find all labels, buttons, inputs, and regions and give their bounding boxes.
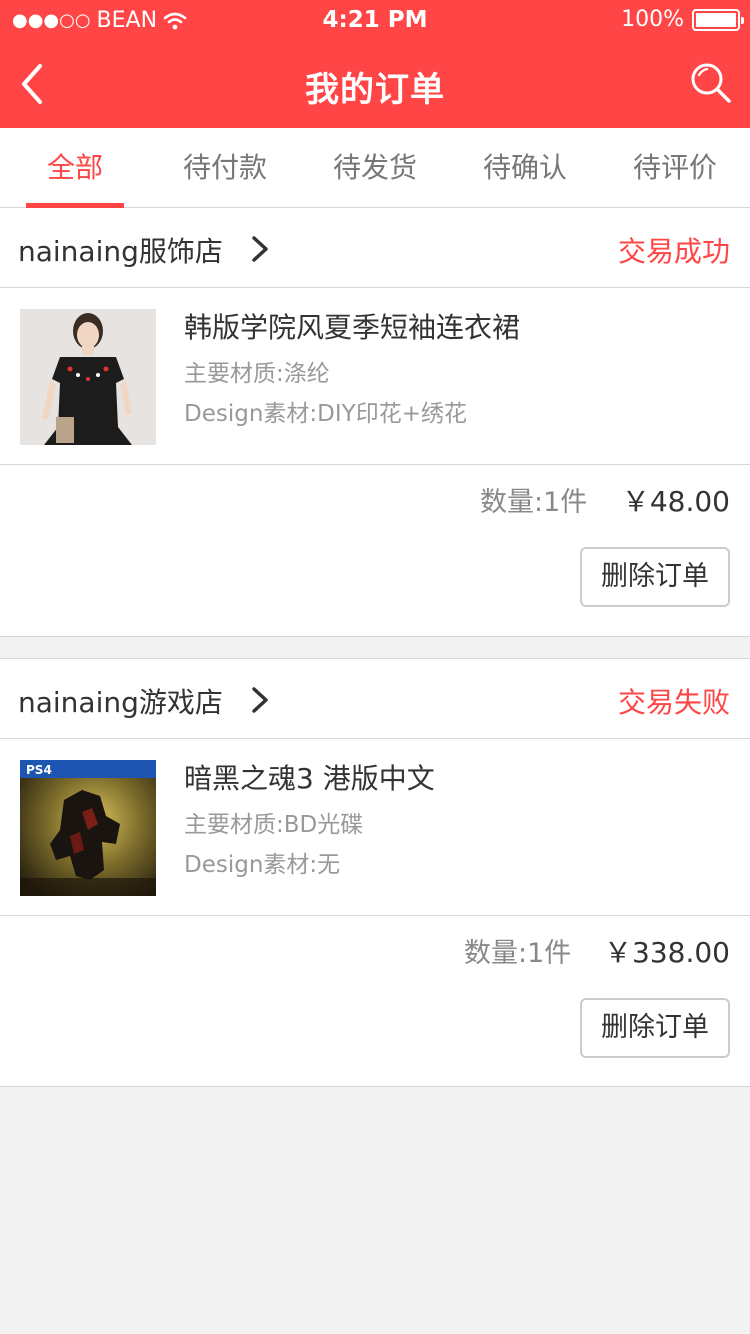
- tab-pending-payment[interactable]: 待付款: [150, 128, 300, 208]
- product-material: 主要材质:涤纶: [184, 361, 330, 387]
- order-card: nainaing游戏店 交易失败 PS4 暗黑之魂3 港版中文 主要材质:BD光…: [0, 658, 750, 1087]
- status-bar-right: 100%: [621, 7, 744, 32]
- tab-pending-confirm[interactable]: 待确认: [450, 128, 600, 208]
- search-button[interactable]: [688, 60, 734, 106]
- page-title: 我的订单: [305, 70, 445, 110]
- tab-pending-shipment[interactable]: 待发货: [300, 128, 450, 208]
- product-material: 主要材质:BD光碟: [184, 812, 364, 838]
- order-status: 交易成功: [617, 235, 730, 268]
- product-image[interactable]: PS4: [20, 760, 156, 896]
- order-status: 交易失败: [617, 686, 730, 719]
- product-item[interactable]: 韩版学院风夏季短袖连衣裙 主要材质:涤纶 Design素材:DIY印花+绣花: [0, 288, 750, 465]
- delete-order-button[interactable]: 删除订单: [580, 547, 730, 607]
- shop-header[interactable]: nainaing游戏店 交易失败: [0, 659, 750, 739]
- product-image[interactable]: [20, 309, 156, 445]
- tab-pending-review[interactable]: 待评价: [600, 128, 750, 208]
- order-card: nainaing服饰店 交易成功 韩版学院风夏季短袖连衣裙 主要材质:涤纶 De…: [0, 208, 750, 637]
- battery-icon: [692, 8, 744, 31]
- shop-name[interactable]: nainaing游戏店: [18, 681, 223, 721]
- shop-name[interactable]: nainaing服饰店: [18, 230, 223, 270]
- chevron-right-icon: [252, 236, 268, 262]
- battery-percent: 100%: [621, 7, 684, 32]
- order-tabs: 全部 待付款 待发货 待确认 待评价: [0, 128, 750, 208]
- app-header: ●●●○○ BEAN 4:21 PM 100% 我的订单: [0, 0, 750, 128]
- order-price: ￥338.00: [604, 936, 730, 969]
- order-quantity: 数量:1件: [480, 487, 588, 518]
- product-title: 韩版学院风夏季短袖连衣裙: [184, 311, 521, 344]
- delete-order-button[interactable]: 删除订单: [580, 998, 730, 1058]
- product-item[interactable]: PS4 暗黑之魂3 港版中文 主要材质:BD光碟 Design素材:无: [0, 739, 750, 916]
- game-cover-photo: PS4: [20, 760, 156, 896]
- search-icon: [691, 63, 731, 103]
- order-price: ￥48.00: [621, 485, 730, 518]
- nav-bar: 我的订单: [0, 40, 750, 128]
- tab-all[interactable]: 全部: [0, 128, 150, 208]
- product-design: Design素材:无: [184, 852, 341, 878]
- product-design: Design素材:DIY印花+绣花: [184, 401, 467, 427]
- product-title: 暗黑之魂3 港版中文: [184, 762, 435, 795]
- chevron-right-icon: [252, 687, 268, 713]
- order-quantity: 数量:1件: [464, 938, 572, 969]
- dress-photo: [20, 309, 156, 445]
- ps4-badge: PS4: [26, 763, 52, 777]
- shop-header[interactable]: nainaing服饰店 交易成功: [0, 208, 750, 288]
- status-bar: ●●●○○ BEAN 4:21 PM 100%: [0, 0, 750, 40]
